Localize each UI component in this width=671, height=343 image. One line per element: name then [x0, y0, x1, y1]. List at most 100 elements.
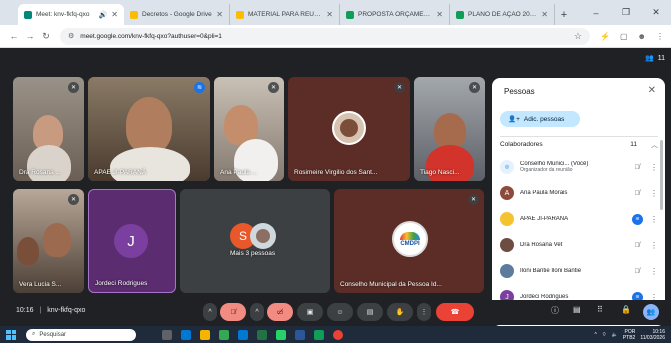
close-tab-icon[interactable]: ✕ — [326, 10, 333, 19]
language-indicator[interactable]: POR PTB2 — [623, 329, 636, 341]
url-field[interactable]: ⚙ meet.google.com/knv-fkfq-qxo?authuser=… — [60, 27, 590, 45]
extensions-icon[interactable]: ⚡ — [600, 32, 610, 41]
mic-options-button[interactable]: ^ — [203, 303, 217, 321]
participant-tile[interactable]: ✕ Rosimeire Virgilio dos Sant... — [288, 77, 410, 181]
list-item[interactable]: APAE JI-PARANÁ ≋ ⋮ — [500, 206, 658, 232]
minimize-button[interactable]: – — [581, 0, 611, 25]
tab-plano[interactable]: PLANO DE AÇÃO 2026 PRO ✕ — [450, 4, 555, 25]
chat-icon[interactable]: ▤ — [573, 305, 581, 314]
participant-tile[interactable]: ≋ APAE JI-PARANÁ — [88, 77, 210, 181]
add-person-icon: 👤+ — [508, 116, 520, 123]
meet-app-icon[interactable] — [314, 329, 324, 340]
taskbar-search-field[interactable]: ⌕ Pesquisar — [26, 328, 136, 341]
whatsapp-icon[interactable] — [276, 329, 286, 340]
tab-title: MATERIAL PARA REUNIÕES — [248, 11, 322, 18]
raise-hand-button[interactable]: ✋ — [387, 303, 413, 321]
word-icon[interactable] — [295, 329, 305, 340]
tab-title: PLANO DE AÇÃO 2026 PRO — [468, 11, 538, 18]
close-window-button[interactable]: ✕ — [641, 0, 671, 25]
list-item[interactable]: A Ana Paula Morais 🎙̸ ⋮ — [500, 180, 658, 206]
clock[interactable]: 10:16 11/03/2026 — [640, 329, 665, 341]
activities-icon[interactable]: ⠿ — [597, 305, 603, 314]
tab-decretos[interactable]: Decretos - Google Drive ✕ — [124, 4, 230, 25]
back-icon[interactable]: ← — [6, 31, 22, 41]
camera-options-button[interactable]: ^ — [250, 303, 264, 321]
present-button[interactable]: ▤ — [357, 303, 383, 321]
participant-tile[interactable]: ✕ Vera Lucia S... — [13, 189, 84, 293]
network-icon[interactable]: ⌔ — [602, 332, 607, 338]
close-tab-icon[interactable]: ✕ — [111, 10, 118, 19]
mic-off-icon: 🎙̸ — [634, 267, 640, 275]
more-options-icon[interactable]: ⋮ — [650, 241, 658, 250]
captions-button[interactable]: ▣ — [297, 303, 323, 321]
participant-tile[interactable]: ✕ Dra Rosana ... — [13, 77, 84, 181]
star-icon[interactable]: ☆ — [574, 31, 582, 42]
people-button[interactable]: 👥 — [643, 304, 659, 320]
chevron-up-icon: ^ — [255, 308, 259, 316]
task-view-icon[interactable] — [162, 329, 172, 340]
new-tab-button[interactable]: + — [555, 4, 573, 25]
avatar — [500, 264, 514, 278]
participant-tile[interactable]: ✕ Ana Paula ... — [214, 77, 284, 181]
chrome-active-icon[interactable] — [333, 329, 343, 340]
avatar: A — [500, 186, 514, 200]
edge-icon[interactable] — [181, 329, 191, 340]
chrome-icon[interactable] — [219, 329, 229, 340]
audio-playing-icon[interactable]: 🔊 — [99, 11, 108, 19]
logo-text: CMDPI — [400, 240, 420, 247]
more-options-button[interactable]: ⋮ — [417, 303, 431, 321]
close-icon[interactable]: ✕ — [648, 85, 656, 96]
list-item[interactable]: Iloni Bantie Iloni Bantie 🎙̸ ⋮ — [500, 258, 658, 284]
meeting-controls: 10:16 | knv-fkfq-qxo ^ 🎙̸ ^ ▭̸ ▣ ☺ ▤ ✋ ⋮… — [0, 300, 671, 325]
list-item[interactable]: Dra Rosana Vet 🎙̸ ⋮ — [500, 232, 658, 258]
reload-icon[interactable]: ↻ — [38, 31, 54, 42]
person-figure — [17, 237, 39, 265]
participant-tile[interactable]: J Jordeci Rodrigues — [88, 189, 176, 293]
meeting-time: 10:16 — [16, 307, 34, 314]
menu-icon[interactable]: ⋮ — [656, 32, 664, 41]
emoji-button[interactable]: ☺ — [327, 303, 353, 321]
tab-material[interactable]: MATERIAL PARA REUNIÕES ✕ — [230, 4, 340, 25]
sidebar-icon[interactable]: ▢ — [620, 32, 628, 41]
more-options-icon[interactable]: ⋮ — [650, 267, 658, 276]
windows-start-icon[interactable] — [6, 329, 16, 340]
forward-icon[interactable]: → — [22, 31, 38, 41]
maximize-button[interactable]: ❐ — [611, 0, 641, 25]
close-tab-icon[interactable]: ✕ — [216, 10, 223, 19]
chevron-up-icon[interactable]: ︿ — [651, 140, 658, 150]
clock-date: 11/03/2026 — [640, 334, 665, 341]
collaborators-section[interactable]: Colaboradores 11 ︿ — [500, 136, 658, 152]
person-name: Ana Paula Morais — [520, 190, 568, 196]
store-icon[interactable] — [238, 329, 248, 340]
section-label: Colaboradores — [500, 141, 543, 148]
search-placeholder: Pesquisar — [39, 331, 67, 338]
hand-icon: ✋ — [395, 309, 405, 316]
tab-proposta[interactable]: PROPOSTA ORÇAMENTÁRIA ✕ — [340, 4, 450, 25]
camera-button[interactable]: ▭̸ — [267, 303, 293, 321]
scrollbar[interactable] — [660, 140, 663, 210]
more-people-tile[interactable]: S Mais 3 pessoas — [180, 189, 330, 293]
mic-off-icon: ✕ — [469, 82, 480, 93]
more-options-icon[interactable]: ⋮ — [650, 163, 658, 172]
add-people-button[interactable]: 👤+ Adic. pessoas — [500, 111, 580, 127]
file-explorer-icon[interactable] — [200, 329, 210, 340]
site-info-icon[interactable]: ⚙ — [68, 32, 74, 40]
list-item[interactable]: ◎ Conselho Munici... (Você) Organizador … — [500, 154, 658, 180]
excel-icon[interactable] — [257, 329, 267, 340]
chevron-up-icon[interactable]: ^ — [595, 332, 597, 338]
participant-tile[interactable]: CMDPI ✕ Conselho Municipal da Pessoa Id.… — [334, 189, 484, 293]
profile-icon[interactable]: ☻ — [638, 32, 646, 41]
participant-tile[interactable]: ✕ Tiago Nasci... — [414, 77, 485, 181]
person-figure — [43, 223, 71, 257]
tab-meet[interactable]: Meet: knv-fkfq-qxo 🔊 ✕ — [18, 4, 124, 25]
info-icon[interactable]: ⓘ — [551, 305, 559, 316]
close-tab-icon[interactable]: ✕ — [436, 10, 443, 19]
close-tab-icon[interactable]: ✕ — [541, 10, 548, 19]
host-controls-icon[interactable]: 🔒 — [621, 305, 631, 314]
more-options-icon[interactable]: ⋮ — [650, 215, 658, 224]
microphone-button[interactable]: 🎙̸ — [220, 303, 246, 321]
more-options-icon[interactable]: ⋮ — [650, 189, 658, 198]
volume-icon[interactable]: 🔈 — [612, 332, 618, 338]
participant-indicator[interactable]: 👥 11 — [645, 54, 665, 63]
leave-call-button[interactable]: ☎ — [436, 303, 474, 321]
